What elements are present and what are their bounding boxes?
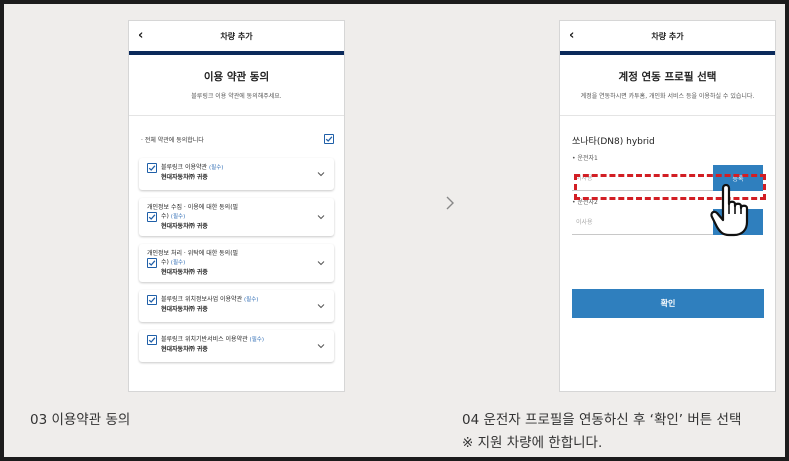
guide-canvas: ‹ 차량 추가 이용 약관 동의 블루링크 이용 약관에 동의해주세요. · 전… xyxy=(4,4,785,457)
page-subtitle: 블루링크 이용 약관에 동의해주세요. xyxy=(191,93,282,100)
term-card-4[interactable]: 블루링크 위치정보사업 이용약관 (필수) 현대자동차㈜ 귀중 xyxy=(139,290,334,322)
chevron-down-icon[interactable] xyxy=(317,170,325,178)
term-owner: 현대자동차㈜ 귀중 xyxy=(161,346,208,353)
pointing-hand-icon xyxy=(710,183,749,237)
driver2-value: 이사용 xyxy=(576,219,593,226)
term-card-5[interactable]: 블루링크 위치기반서비스 이용약관 (필수) 현대자동차㈜ 귀중 xyxy=(139,330,334,362)
app-header: ‹ 차량 추가 xyxy=(560,21,775,55)
term-checkbox-5[interactable] xyxy=(147,335,157,345)
step4-caption: 04 운전자 프로필을 연동하신 후 ‘확인’ 버튼 선택 xyxy=(462,412,742,428)
term-owner: 현대자동차㈜ 귀중 xyxy=(161,269,208,276)
chevron-down-icon[interactable] xyxy=(317,302,325,310)
confirm-button[interactable]: 확인 xyxy=(572,289,764,318)
page-title: 계정 연동 프로필 선택 xyxy=(618,71,717,83)
step3-caption: 03 이용약관 동의 xyxy=(30,412,131,428)
divider xyxy=(560,115,775,116)
term-title: 블루링크 위치기반서비스 이용약관 (필수) xyxy=(161,336,264,343)
agree-all-row[interactable]: · 전체 약관에 동의합니다 xyxy=(141,128,334,150)
term-title: 블루링크 이용약관 (필수) xyxy=(161,164,224,171)
divider xyxy=(129,115,344,116)
term-title: 블루링크 위치정보사업 이용약관 (필수) xyxy=(161,296,259,303)
back-icon[interactable]: ‹ xyxy=(138,29,143,43)
term-checkbox-4[interactable] xyxy=(147,295,157,305)
term-card-2[interactable]: 개인정보 수집 · 이용에 대한 동의(필 수) (필수) 현대자동차㈜ 귀중 xyxy=(139,198,334,236)
term-title-line2: 수) (필수) xyxy=(161,213,186,220)
page-subtitle: 계정을 연동하시면 카투홈, 개인화 서비스 등을 이용하실 수 있습니다. xyxy=(580,93,755,100)
term-title-line1: 개인정보 수집 · 이용에 대한 동의(필 xyxy=(147,204,239,211)
term-owner: 현대자동차㈜ 귀중 xyxy=(161,174,208,181)
term-checkbox-2[interactable] xyxy=(147,212,157,222)
term-title-line1: 개인정보 처리 · 위탁에 대한 동의(필 xyxy=(147,250,239,257)
term-owner: 현대자동차㈜ 귀중 xyxy=(161,223,208,230)
page-title: 이용 약관 동의 xyxy=(203,71,270,83)
chevron-down-icon[interactable] xyxy=(317,342,325,350)
terms-screen: ‹ 차량 추가 이용 약관 동의 블루링크 이용 약관에 동의해주세요. · 전… xyxy=(128,20,345,392)
term-card-1[interactable]: 블루링크 이용약관 (필수) 현대자동차㈜ 귀중 xyxy=(139,158,334,190)
chevron-right-icon xyxy=(446,196,454,210)
driver1-label: • 운전자1 xyxy=(572,155,598,162)
agree-all-label: · 전체 약관에 동의합니다 xyxy=(141,136,204,144)
back-icon[interactable]: ‹ xyxy=(569,29,574,43)
header-title: 차량 추가 xyxy=(651,31,684,41)
term-title-line2: 수) (필수) xyxy=(161,259,186,266)
agree-all-checkbox[interactable] xyxy=(324,134,334,144)
step4-note: ※ 지원 차량에 한합니다. xyxy=(462,435,603,451)
term-owner: 현대자동차㈜ 귀중 xyxy=(161,306,208,313)
chevron-down-icon[interactable] xyxy=(317,213,325,221)
car-name: 쏘나타(DN8) hybrid xyxy=(572,137,655,147)
term-checkbox-3[interactable] xyxy=(147,258,157,268)
app-header: ‹ 차량 추가 xyxy=(129,21,344,55)
term-checkbox-1[interactable] xyxy=(147,163,157,173)
chevron-down-icon[interactable] xyxy=(317,259,325,267)
header-title: 차량 추가 xyxy=(220,31,253,41)
term-card-3[interactable]: 개인정보 처리 · 위탁에 대한 동의(필 수) (필수) 현대자동차㈜ 귀중 xyxy=(139,244,334,282)
